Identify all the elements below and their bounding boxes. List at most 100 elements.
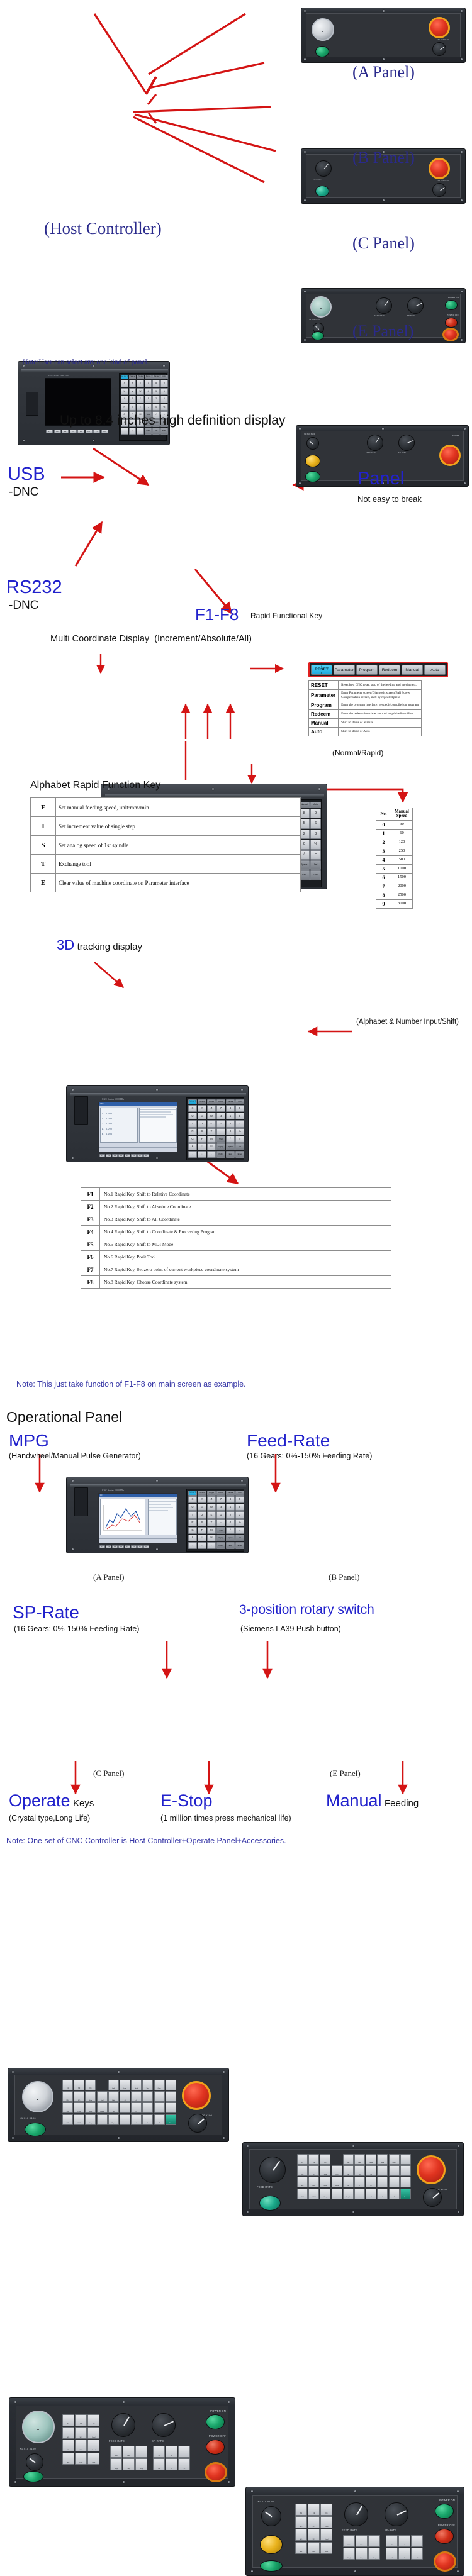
fkey-f5[interactable]: F5 <box>125 1545 130 1548</box>
key-4[interactable]: 4 <box>216 1113 225 1120</box>
power-on-button-c[interactable] <box>445 300 458 310</box>
op-key-lubricate[interactable]: Lubri <box>123 2446 135 2458</box>
key-1[interactable]: 1 <box>144 396 152 403</box>
op-key-rapid2[interactable]: Rapid <box>96 2102 108 2114</box>
key-6[interactable]: 6 <box>235 1113 244 1120</box>
key-2[interactable]: 2 <box>226 1511 235 1519</box>
fkey-f7[interactable]: F7 <box>93 430 100 433</box>
key-w[interactable]: W <box>137 387 144 396</box>
key-k[interactable]: K <box>207 1511 216 1519</box>
op-c-power-off-button[interactable] <box>206 2440 225 2455</box>
op-key-down-axis[interactable]: ⇩ <box>142 2114 154 2125</box>
mode-btn-reset[interactable]: // RESET // <box>311 665 332 675</box>
key-5[interactable]: 5 <box>152 387 160 396</box>
op-key-k2[interactable]: K2 <box>74 2080 85 2090</box>
op-key-k3[interactable]: K3 <box>85 2080 96 2090</box>
op-key-blank-3[interactable] <box>154 2091 165 2102</box>
key-slash[interactable]: / <box>226 1135 235 1143</box>
key-auto[interactable]: Auto <box>160 375 168 379</box>
op-key-sp-pos[interactable]: SP+ <box>62 2091 73 2102</box>
op-key-sp-rate-dn2[interactable]: SP- <box>295 2529 307 2541</box>
key-j[interactable]: J <box>198 1511 206 1519</box>
key-6[interactable]: 6 <box>160 387 168 396</box>
op-key-return[interactable]: Ret <box>62 2452 74 2465</box>
key-m[interactable]: M <box>207 1526 216 1534</box>
key-2[interactable]: 2 <box>226 1120 235 1128</box>
op-key-graphic[interactable]: Grap <box>135 2458 148 2471</box>
op-key-k1[interactable]: K1 <box>295 2504 307 2516</box>
op-b-key-matrix[interactable]: K1 K2 K3 Halt Lubri Singl Step Grap SP+ … <box>297 2154 411 2211</box>
key-minus[interactable]: - <box>144 403 152 411</box>
op-key-sp-rate-dn2[interactable]: SP- <box>62 2440 74 2452</box>
op-key-return[interactable]: Ret <box>295 2541 307 2554</box>
key-m[interactable]: M <box>207 1135 216 1143</box>
op-key-plus-b[interactable]: +B <box>398 2535 411 2547</box>
op-key-spindle-stop[interactable]: Stop <box>320 2188 331 2199</box>
key-s[interactable]: S <box>198 1128 206 1135</box>
op-key-remove[interactable]: Rem <box>320 2177 331 2188</box>
op-key-minus-b[interactable]: -B <box>153 2446 165 2458</box>
key-g[interactable]: G <box>188 1526 197 1534</box>
op-b-start-button[interactable] <box>259 2196 281 2211</box>
power-off-button-c[interactable] <box>445 318 458 328</box>
mpg-handwheel-c[interactable] <box>310 296 332 318</box>
key-shift[interactable]: Shift <box>216 1526 225 1534</box>
op-key-sp-neg[interactable]: SP- <box>308 2165 320 2177</box>
fkey-f3[interactable]: F3 <box>112 1545 118 1548</box>
op-key-return[interactable]: Ret <box>297 2177 308 2188</box>
op-key-plus-a[interactable]: +A <box>342 2177 354 2188</box>
key-up[interactable]: ↑ <box>198 1143 206 1151</box>
mode-btn-program[interactable]: Program <box>356 665 378 675</box>
op-a-mpg-handwheel[interactable] <box>22 2081 53 2112</box>
key-redeem[interactable]: Redee <box>216 1099 225 1104</box>
op-key-blank-6[interactable] <box>388 2177 400 2188</box>
feed-rate-knob-c[interactable] <box>376 297 392 314</box>
op-c-rotary-switch[interactable] <box>26 2453 43 2471</box>
key-manual[interactable]: Manual <box>226 1099 235 1104</box>
coordinate-keypad[interactable]: RESET Parame Progra Redee Manual Auto XY… <box>188 1099 244 1158</box>
key-esc[interactable]: Esc <box>226 1151 235 1158</box>
op-key-left-axis[interactable]: ⇦ <box>331 2188 342 2199</box>
op-key-coolant[interactable]: Cool <box>96 2091 108 2102</box>
op-c-k-keys[interactable]: K1 K2 K3 SP- SP+ Feed SP- SP+ Feed Ret P… <box>62 2414 100 2465</box>
op-e-jog-keys[interactable]: -B +B +A ⇧ +C <box>386 2535 424 2560</box>
op-key-single[interactable]: Singl <box>110 2458 122 2471</box>
op-c-start-button[interactable] <box>23 2471 43 2482</box>
key-l[interactable]: L <box>188 1143 197 1151</box>
key-equal[interactable]: = <box>235 1135 244 1143</box>
key-auto[interactable]: Auto <box>235 1491 244 1496</box>
key-u[interactable]: U <box>188 1504 197 1511</box>
op-key-k1[interactable]: K1 <box>297 2154 308 2165</box>
fkey-f1[interactable]: F1 <box>99 1154 105 1157</box>
key-u[interactable]: U <box>121 387 128 396</box>
start-button-e[interactable] <box>305 471 320 482</box>
op-key-blank2[interactable] <box>411 2535 424 2547</box>
key-redeem[interactable]: Redee <box>216 1491 225 1496</box>
key-9[interactable]: 9 <box>310 809 322 819</box>
op-key-minus-b[interactable]: -B <box>354 2165 365 2177</box>
op-key-blank-2[interactable] <box>377 2165 388 2177</box>
key-r[interactable]: R <box>121 403 128 411</box>
key-space[interactable]: Space <box>226 1143 235 1151</box>
op-key-blank-7[interactable] <box>400 2177 411 2188</box>
op-e-emergency-stop[interactable] <box>434 2551 456 2572</box>
key-pgup[interactable]: PgUp <box>216 1143 225 1151</box>
key-slash[interactable]: / <box>226 1526 235 1534</box>
key-7[interactable]: 7 <box>216 1496 225 1504</box>
op-key-feed-rate[interactable]: Feed <box>87 2427 100 2440</box>
fkey-f8[interactable]: F8 <box>143 1154 149 1157</box>
op-key-blank[interactable] <box>368 2535 381 2547</box>
key-v[interactable]: V <box>198 1113 206 1120</box>
fkey-f4[interactable]: F4 <box>118 1545 124 1548</box>
op-key-up-axis[interactable]: ⇧ <box>166 2458 178 2471</box>
fkey-f8[interactable]: F8 <box>101 430 108 433</box>
op-key-k3[interactable]: K3 <box>320 2154 331 2165</box>
feed-rate-knob-e[interactable] <box>367 435 383 451</box>
key-3[interactable]: 3 <box>310 829 322 840</box>
key-l[interactable]: L <box>188 1534 197 1542</box>
start-button-a[interactable] <box>315 46 329 57</box>
key-x[interactable]: X <box>188 1105 197 1113</box>
op-key-halt[interactable]: Halt <box>110 2446 122 2458</box>
key-6[interactable]: 6 <box>235 1504 244 1511</box>
rotary-switch-b[interactable] <box>432 183 446 197</box>
